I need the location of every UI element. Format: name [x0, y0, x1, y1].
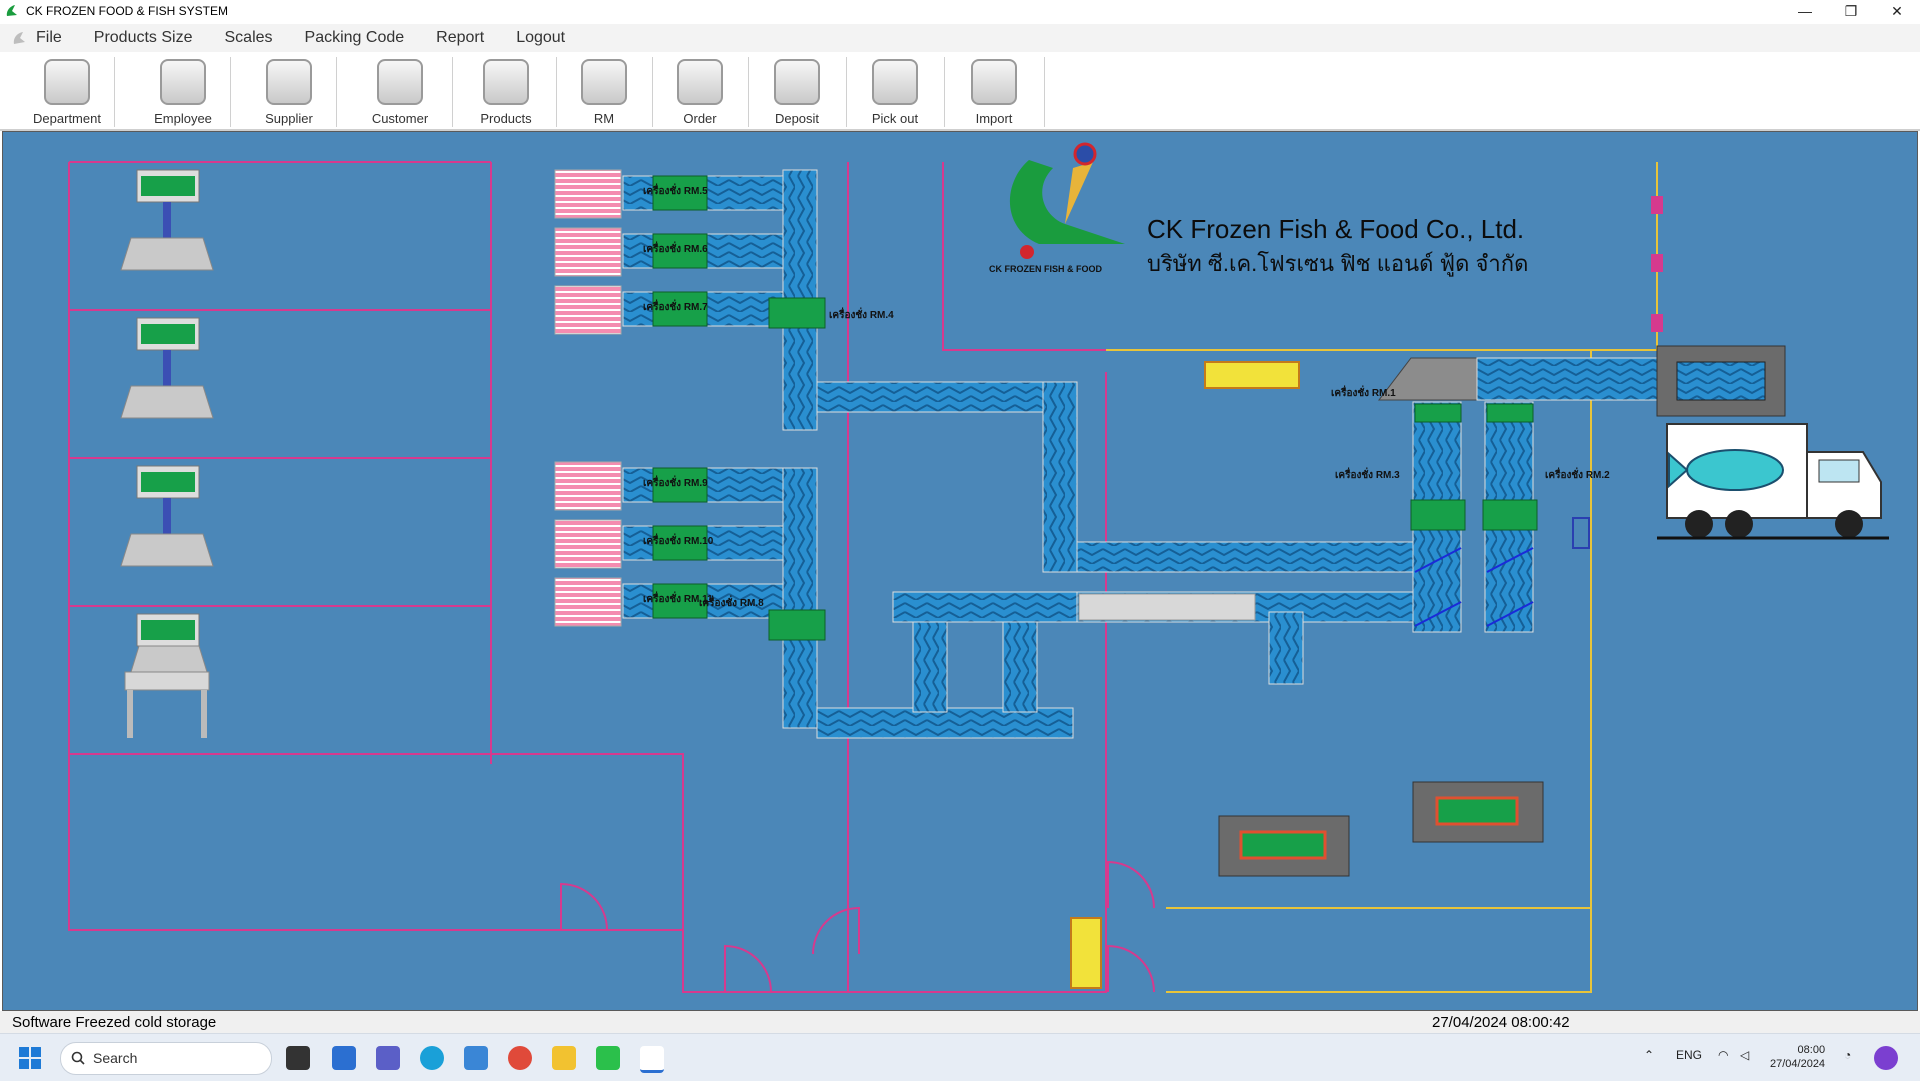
- title-bar: CK FROZEN FOOD & FISH SYSTEM — ❐ ✕: [0, 0, 1920, 22]
- department-icon: [44, 59, 90, 105]
- platform-scale-2: [120, 317, 214, 419]
- floor-plan-canvas: CK FROZEN FISH & FOOD CK Frozen Fish & F…: [2, 131, 1918, 1011]
- volume-icon[interactable]: ◁: [1740, 1048, 1749, 1062]
- chrome-icon[interactable]: [508, 1046, 532, 1070]
- search-placeholder: Search: [93, 1050, 138, 1066]
- toolbar-label: RM: [593, 111, 615, 126]
- teams-icon[interactable]: [376, 1046, 400, 1070]
- search-icon: [71, 1051, 85, 1065]
- gate-horizontal: [1204, 361, 1300, 389]
- notification-icon[interactable]: ◔: [1844, 1048, 1851, 1062]
- toolbar-order-button[interactable]: Order: [652, 57, 749, 127]
- maximize-button[interactable]: ❐: [1828, 0, 1874, 22]
- taskbar-search[interactable]: Search: [60, 1042, 272, 1075]
- company-logo: CK FROZEN FISH & FOOD: [989, 142, 1125, 274]
- toolbar-label: Customer: [371, 111, 429, 126]
- toolbar: Department Employee Supplier Customer Pr…: [0, 53, 1920, 131]
- platform-scale-1: [120, 169, 214, 271]
- scale-label-rm7: เครื่องชั่ง RM.7: [643, 302, 708, 313]
- menu-report[interactable]: Report: [436, 29, 484, 47]
- toolbar-label: Import: [975, 111, 1013, 126]
- scale-label-rm9: เครื่องชั่ง RM.9: [643, 478, 708, 489]
- toolbar-department-button[interactable]: Department: [20, 57, 115, 127]
- toolbar-deposit-button[interactable]: Deposit: [748, 57, 847, 127]
- toolbar-import-button[interactable]: Import: [944, 57, 1045, 127]
- bench-scale: [124, 613, 210, 738]
- ck-app-icon[interactable]: [640, 1046, 664, 1073]
- taskbar: Search ⌃ ENG ◠ ◁ 08:00 27/04/2024 ◔: [0, 1033, 1920, 1081]
- customer-icon: [377, 59, 423, 105]
- gate-vertical: [1070, 917, 1102, 989]
- employee-icon: [160, 59, 206, 105]
- app-menu-icon: [13, 32, 25, 44]
- toolbar-label: Employee: [154, 111, 212, 126]
- pickout-icon: [872, 59, 918, 105]
- menu-products-size[interactable]: Products Size: [94, 29, 193, 47]
- window-title: CK FROZEN FOOD & FISH SYSTEM: [26, 4, 229, 18]
- door-swings: [560, 860, 1155, 993]
- toolbar-supplier-button[interactable]: Supplier: [242, 57, 337, 127]
- order-icon: [677, 59, 723, 105]
- company-name-th: บริษัท ซี.เค.โฟรเซน ฟิช แอนด์ ฟู้ด จำกัด: [1147, 251, 1529, 276]
- line-icon[interactable]: [596, 1046, 620, 1070]
- toolbar-label: Pick out: [871, 111, 919, 126]
- calculator-icon[interactable]: [464, 1046, 488, 1070]
- menu-file[interactable]: File: [36, 29, 62, 47]
- file-explorer-icon[interactable]: [552, 1046, 576, 1070]
- deposit-icon: [774, 59, 820, 105]
- scale-label-rm3: เครื่องชั่ง RM.3: [1335, 470, 1400, 481]
- status-text: Software Freezed cold storage: [12, 1014, 217, 1031]
- app-logo-icon: [6, 5, 17, 16]
- toolbar-label: Department: [33, 111, 101, 126]
- status-datetime: 27/04/2024 08:00:42: [1432, 1014, 1570, 1031]
- tray-chevron-icon[interactable]: ⌃: [1644, 1048, 1654, 1062]
- platform-scale-3: [120, 465, 214, 567]
- clock-date: 27/04/2024: [1770, 1058, 1826, 1070]
- scale-label-rm1: เครื่องชั่ง RM.1: [1331, 388, 1396, 399]
- scale-label-rm4: เครื่องชั่ง RM.4: [829, 310, 894, 321]
- scale-label-rm2: เครื่องชั่ง RM.2: [1545, 470, 1610, 481]
- close-button[interactable]: ✕: [1874, 0, 1920, 22]
- task-view-icon[interactable]: [286, 1046, 310, 1070]
- calendar-icon: [581, 59, 627, 105]
- delivery-truck-icon: [1657, 423, 1889, 540]
- supplier-icon: [266, 59, 312, 105]
- minimize-button[interactable]: —: [1782, 0, 1828, 22]
- menu-bar: File Products Size Scales Packing Code R…: [0, 24, 1920, 52]
- menu-logout[interactable]: Logout: [516, 29, 565, 47]
- toolbar-employee-button[interactable]: Employee: [136, 57, 231, 127]
- toolbar-customer-button[interactable]: Customer: [348, 57, 453, 127]
- copilot-icon[interactable]: [1874, 1046, 1898, 1070]
- toolbar-products-button[interactable]: Products: [456, 57, 557, 127]
- fish-icon: [483, 59, 529, 105]
- wifi-icon[interactable]: ◠: [1718, 1048, 1728, 1062]
- language-indicator[interactable]: ENG: [1676, 1048, 1702, 1062]
- scale-label-rm5: เครื่องชั่ง RM.5: [643, 186, 708, 197]
- menu-packing-code[interactable]: Packing Code: [305, 29, 405, 47]
- menu-scales[interactable]: Scales: [225, 29, 273, 47]
- status-bar: Software Freezed cold storage 27/04/2024…: [0, 1011, 1920, 1033]
- toolbar-label: Supplier: [265, 111, 313, 126]
- toolbar-label: Products: [480, 111, 532, 126]
- edge-icon[interactable]: [420, 1046, 444, 1070]
- toolbar-pickout-button[interactable]: Pick out: [846, 57, 945, 127]
- company-name-en: CK Frozen Fish & Food Co., Ltd.: [1147, 214, 1525, 244]
- scale-label-rm6: เครื่องชั่ง RM.6: [643, 244, 708, 255]
- windows-start-icon[interactable]: [18, 1046, 42, 1070]
- import-icon: [971, 59, 1017, 105]
- scale-label-rm8: เครื่องชั่ง RM.8: [699, 598, 764, 609]
- toolbar-label: Order: [683, 111, 717, 126]
- logo-text: CK FROZEN FISH & FOOD: [989, 264, 1102, 274]
- floor-plan-svg: CK FROZEN FISH & FOOD: [68, 142, 1889, 993]
- toolbar-rm-button[interactable]: RM: [556, 57, 653, 127]
- widgets-icon[interactable]: [332, 1046, 356, 1070]
- toolbar-label: Deposit: [774, 111, 820, 126]
- scale-label-rm10: เครื่องชั่ง RM.10: [643, 536, 714, 547]
- clock-time: 08:00: [1797, 1044, 1826, 1056]
- taskbar-clock[interactable]: 08:00 27/04/2024: [1770, 1043, 1825, 1071]
- yellow-lines: [1106, 162, 1658, 993]
